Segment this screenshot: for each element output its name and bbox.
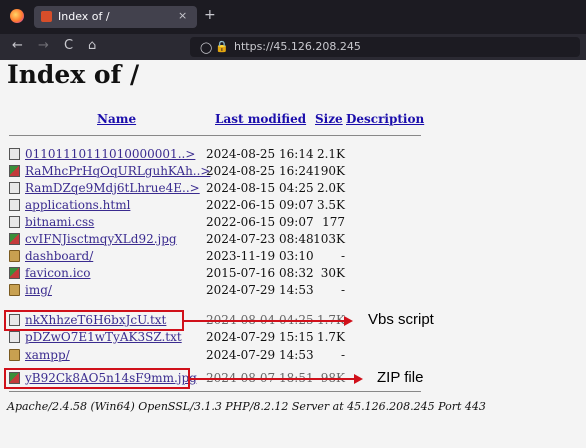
file-size: 3.5K (316, 198, 345, 212)
arrowhead-zip (354, 374, 363, 384)
table-row: xampp/ 2024-07-29 14:53 - (9, 347, 429, 364)
tab-title: Index of / (58, 10, 110, 23)
table-row: cvIFNJisctmqyXLd92.jpg 2024-07-23 08:48 … (9, 231, 429, 248)
url-bar[interactable]: ◯ 🔒 https://45.126.208.245 (190, 37, 580, 57)
nav-bar: ← → C ⌂ ◯ 🔒 https://45.126.208.245 (0, 34, 586, 60)
page-title: Index of / (7, 60, 140, 89)
site-favicon-icon (41, 11, 52, 22)
text-file-icon (9, 148, 20, 160)
file-link[interactable]: img/ (25, 283, 52, 297)
table-row: pDZwO7E1wTyAK3SZ.txt 2024-07-29 15:15 1.… (9, 329, 429, 346)
server-signature: Apache/2.4.58 (Win64) OpenSSL/3.1.3 PHP/… (7, 400, 486, 413)
forward-icon[interactable]: → (38, 38, 49, 53)
file-link[interactable]: 01101110111010000001..> (25, 147, 195, 161)
file-link[interactable]: dashboard/ (25, 249, 93, 263)
reload-icon[interactable]: C (64, 38, 73, 53)
file-size: 177 (322, 215, 345, 229)
shield-icon[interactable]: ◯ (200, 41, 212, 54)
table-row: favicon.ico 2015-07-16 08:32 30K (9, 265, 429, 282)
page-content: Index of / Name Last modified Size Descr… (0, 60, 586, 448)
table-row: dashboard/ 2023-11-19 03:10 - (9, 248, 429, 265)
file-link[interactable]: applications.html (25, 198, 130, 212)
column-header-name[interactable]: Name (97, 112, 136, 126)
new-tab-icon[interactable]: + (204, 7, 216, 23)
image-file-icon (9, 267, 20, 279)
arrow-vbs (184, 320, 344, 322)
tab-index[interactable]: Index of / × (34, 6, 197, 28)
file-size: 1.7K (316, 330, 345, 344)
file-size: - (340, 283, 345, 297)
file-link[interactable]: favicon.ico (25, 266, 90, 280)
folder-icon (9, 349, 20, 361)
highlight-box-zip (4, 368, 190, 389)
table-row: 01101110111010000001..> 2024-08-25 16:14… (9, 146, 429, 163)
column-header-description[interactable]: Description (346, 112, 424, 126)
table-row: RaMhcPrHqOqURLguhKAh..> 2024-08-25 16:24… (9, 163, 429, 180)
back-icon[interactable]: ← (12, 38, 23, 53)
annotation-vbs-script: Vbs script (368, 311, 434, 328)
tab-close-icon[interactable]: × (178, 9, 187, 22)
text-file-icon (9, 216, 20, 228)
folder-icon (9, 250, 20, 262)
footer-divider (9, 391, 421, 392)
table-row: bitnami.css 2022-06-15 09:07 177 (9, 214, 429, 231)
file-size: 103K (313, 232, 345, 246)
tab-bar: Index of / × + (0, 0, 586, 34)
highlight-box-vbs (4, 310, 184, 331)
image-file-icon (9, 165, 20, 177)
arrowhead-vbs (344, 316, 353, 326)
table-row: applications.html 2022-06-15 09:07 3.5K (9, 197, 429, 214)
url-text[interactable]: https://45.126.208.245 (234, 40, 361, 53)
file-link[interactable]: cvIFNJisctmqyXLd92.jpg (25, 232, 177, 246)
browser-chrome: Index of / × + ← → C ⌂ ◯ 🔒 https://45.12… (0, 0, 586, 60)
file-size: - (340, 348, 345, 362)
text-file-icon (9, 331, 20, 343)
file-link[interactable]: RaMhcPrHqOqURLguhKAh..> (25, 164, 211, 178)
annotation-zip-file: ZIP file (377, 369, 424, 386)
firefox-icon[interactable] (10, 9, 24, 23)
table-row: img/ 2024-07-29 14:53 - (9, 282, 429, 299)
text-file-icon (9, 182, 20, 194)
file-link[interactable]: xampp/ (25, 348, 70, 362)
lock-icon[interactable]: 🔒 (215, 40, 229, 53)
file-link[interactable]: RamDZqe9Mdj6tLhrue4E..> (25, 181, 200, 195)
file-link[interactable]: bitnami.css (25, 215, 94, 229)
text-file-icon (9, 199, 20, 211)
header-divider (9, 135, 421, 136)
image-file-icon (9, 233, 20, 245)
file-size: - (340, 249, 345, 263)
file-size: 2.0K (316, 181, 345, 195)
table-row: RamDZqe9Mdj6tLhrue4E..> 2024-08-15 04:25… (9, 180, 429, 197)
folder-icon (9, 284, 20, 296)
column-header-last-modified[interactable]: Last modified (215, 112, 306, 126)
file-link[interactable]: pDZwO7E1wTyAK3SZ.txt (25, 330, 182, 344)
file-size: 190K (313, 164, 345, 178)
home-icon[interactable]: ⌂ (88, 38, 96, 53)
arrow-zip (190, 378, 354, 380)
file-size: 30K (320, 266, 345, 280)
file-size: 2.1K (316, 147, 345, 161)
column-header-size[interactable]: Size (315, 112, 343, 126)
